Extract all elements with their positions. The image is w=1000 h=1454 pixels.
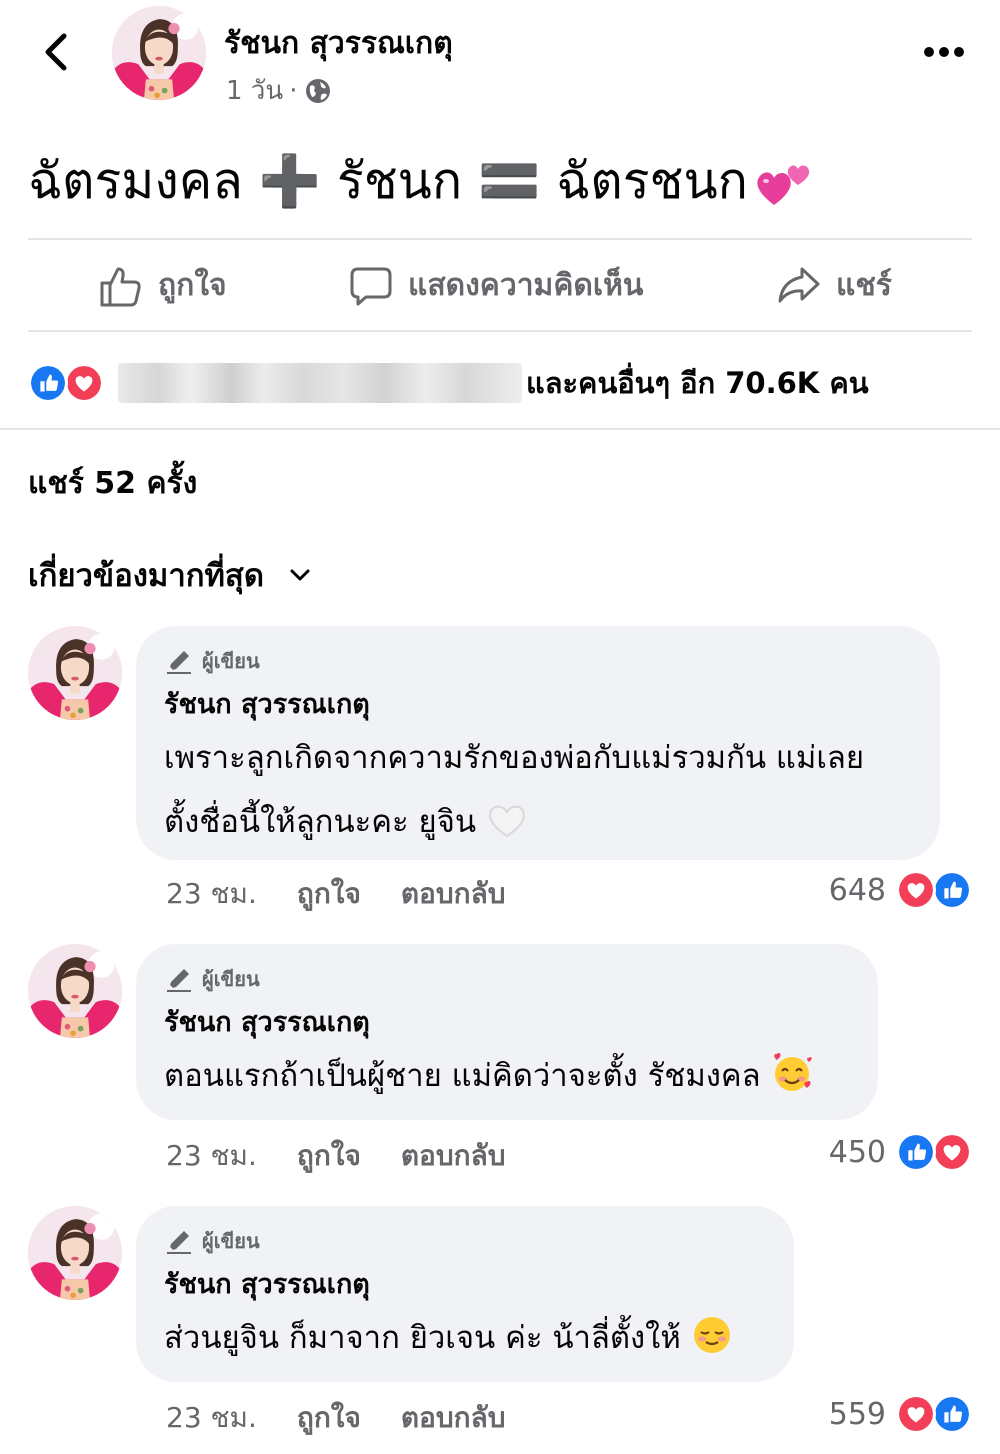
post-meta: 1 วัน · bbox=[226, 70, 333, 111]
smiling-face-emoji bbox=[693, 1317, 730, 1353]
love-reaction-icon bbox=[64, 363, 104, 403]
like-icon bbox=[100, 267, 141, 306]
comment-text-line: ส่วนยูจิน ก็มาจาก ยิวเจน ค่ะ น้าลี่ตั้งใ… bbox=[164, 1307, 766, 1369]
comment-reaction-icons bbox=[896, 1132, 972, 1172]
pen-icon bbox=[164, 1226, 194, 1256]
like-reaction-icon bbox=[896, 1132, 936, 1172]
comment-author-name[interactable]: รัชนก สุวรรณเกตุ bbox=[164, 682, 912, 725]
avatar-image bbox=[28, 944, 122, 1038]
share-icon bbox=[778, 267, 820, 302]
pen-icon bbox=[164, 646, 194, 676]
like-label: ถูกใจ bbox=[158, 268, 227, 303]
comment-reaction-count[interactable]: 450 bbox=[829, 1132, 972, 1172]
author-badge-label: ผู้เขียน bbox=[202, 1229, 260, 1253]
comment-reaction-count[interactable]: 648 bbox=[829, 870, 972, 910]
comment-avatar[interactable] bbox=[28, 626, 122, 720]
comment-time: 23 ชม. bbox=[166, 1401, 257, 1434]
comment-reply-button[interactable]: ตอบกลับ bbox=[401, 1396, 506, 1440]
comment-meta: 23 ชม. ถูกใจ ตอบกลับ bbox=[166, 872, 506, 916]
divider bbox=[28, 330, 972, 332]
author-badge: ผู้เขียน bbox=[164, 1224, 766, 1258]
comment-count-value: 450 bbox=[828, 1134, 886, 1170]
avatar-image bbox=[28, 626, 122, 720]
author-badge-label: ผู้เขียน bbox=[202, 649, 260, 673]
comment-bubble: ผู้เขียน รัชนก สุวรรณเกตุ ส่วนยูจิน ก็มา… bbox=[136, 1206, 794, 1382]
comment-sort-dropdown[interactable]: เกี่ยวข้องมากที่สุด bbox=[28, 550, 314, 600]
comment-reaction-icons bbox=[896, 870, 972, 910]
avatar-image bbox=[28, 1206, 122, 1300]
comment-avatar[interactable] bbox=[28, 944, 122, 1038]
love-reaction-icon bbox=[932, 1132, 972, 1172]
like-reaction-icon bbox=[932, 1394, 972, 1434]
white-heart-emoji bbox=[489, 805, 525, 838]
comment-text-line: ตั้งชื่อนี้ให้ลูกนะคะ ยูจิน bbox=[164, 791, 912, 853]
sort-label: เกี่ยวข้องมากที่สุด bbox=[28, 558, 264, 594]
reactions-others-text: และคนอื่นๆ อีก 70.6K คน bbox=[526, 366, 869, 400]
comment-like-button[interactable]: ถูกใจ bbox=[297, 872, 361, 916]
comment-like-button[interactable]: ถูกใจ bbox=[297, 1396, 361, 1440]
author-badge: ผู้เขียน bbox=[164, 962, 850, 996]
divider bbox=[28, 238, 972, 240]
meta-separator: · bbox=[289, 75, 298, 106]
more-icon[interactable] bbox=[920, 40, 968, 64]
reaction-icons bbox=[28, 361, 108, 405]
author-name[interactable]: รัชนก สุวรรณเกตุ bbox=[224, 20, 453, 67]
comment-reaction-count[interactable]: 559 bbox=[829, 1394, 972, 1434]
comment-label: แสดงความคิดเห็น bbox=[408, 268, 644, 303]
comment-reaction-icons bbox=[896, 1394, 972, 1434]
share-label: แชร์ bbox=[836, 268, 892, 303]
comment-text-content: ส่วนยูจิน ก็มาจาก ยิวเจน ค่ะ น้าลี่ตั้งใ… bbox=[164, 1320, 681, 1356]
comment-author-name[interactable]: รัชนก สุวรรณเกตุ bbox=[164, 1000, 850, 1043]
author-badge-label: ผู้เขียน bbox=[202, 967, 260, 991]
post-header: รัชนก สุวรรณเกตุ 1 วัน · bbox=[0, 0, 1000, 120]
comment-time: 23 ชม. bbox=[166, 1139, 257, 1172]
comment-avatar[interactable] bbox=[28, 1206, 122, 1300]
share-button[interactable]: แชร์ bbox=[776, 262, 892, 309]
comment-meta: 23 ชม. ถูกใจ ตอบกลับ bbox=[166, 1134, 506, 1178]
like-reaction-icon bbox=[28, 363, 68, 403]
back-arrow-icon[interactable] bbox=[36, 30, 76, 74]
comment-count-value: 559 bbox=[828, 1396, 886, 1432]
shares-count[interactable]: แชร์ 52 ครั้ง bbox=[28, 460, 197, 507]
comment-time: 23 ชม. bbox=[166, 877, 257, 910]
post-text: ฉัตรมงคล ➕ รัชนก 🟰 ฉัตรชนก bbox=[28, 142, 814, 221]
love-reaction-icon bbox=[896, 1394, 936, 1434]
smiling-face-with-hearts-emoji bbox=[774, 1053, 812, 1091]
comment-count-value: 648 bbox=[828, 872, 886, 908]
post-time[interactable]: 1 วัน bbox=[226, 70, 283, 111]
avatar-image bbox=[112, 6, 206, 100]
post-text-content: ฉัตรมงคล ➕ รัชนก 🟰 ฉัตรชนก bbox=[28, 152, 748, 210]
love-reaction-icon bbox=[896, 870, 936, 910]
reactions-summary[interactable]: และคนอื่นๆ อีก 70.6K คน bbox=[28, 356, 972, 410]
comment-text-line: ตอนแรกถ้าเป็นผู้ชาย แม่คิดว่าจะตั้ง รัชม… bbox=[164, 1045, 850, 1107]
comment-meta: 23 ชม. ถูกใจ ตอบกลับ bbox=[166, 1396, 506, 1440]
comment-text-content: ตอนแรกถ้าเป็นผู้ชาย แม่คิดว่าจะตั้ง รัชม… bbox=[164, 1058, 761, 1094]
author-avatar[interactable] bbox=[112, 6, 206, 100]
comment-author-name[interactable]: รัชนก สุวรรณเกตุ bbox=[164, 1262, 766, 1305]
post-action-bar: ถูกใจ แสดงความคิดเห็น แชร์ bbox=[28, 242, 972, 332]
chevron-down-icon bbox=[290, 569, 310, 581]
pen-icon bbox=[164, 964, 194, 994]
comment-button[interactable]: แสดงความคิดเห็น bbox=[348, 262, 643, 309]
comment-bubble: ผู้เขียน รัชนก สุวรรณเกตุ ตอนแรกถ้าเป็นผ… bbox=[136, 944, 878, 1120]
two-hearts-emoji bbox=[757, 164, 810, 205]
like-button[interactable]: ถูกใจ bbox=[98, 262, 227, 309]
author-badge: ผู้เขียน bbox=[164, 644, 912, 678]
comment-text-content: ตั้งชื่อนี้ให้ลูกนะคะ ยูจิน bbox=[164, 804, 477, 840]
comment-text-line: เพราะลูกเกิดจากความรักของพ่อกับแม่รวมกัน… bbox=[164, 740, 865, 776]
section-divider bbox=[0, 428, 1000, 430]
comment-reply-button[interactable]: ตอบกลับ bbox=[401, 1134, 506, 1178]
comment-icon bbox=[350, 267, 392, 305]
globe-icon bbox=[306, 78, 331, 103]
comment-bubble: ผู้เขียน รัชนก สุวรรณเกตุ เพราะลูกเกิดจา… bbox=[136, 626, 940, 860]
comment-reply-button[interactable]: ตอบกลับ bbox=[401, 872, 506, 916]
like-reaction-icon bbox=[932, 870, 972, 910]
comment-like-button[interactable]: ถูกใจ bbox=[297, 1134, 361, 1178]
blurred-names bbox=[118, 363, 522, 403]
